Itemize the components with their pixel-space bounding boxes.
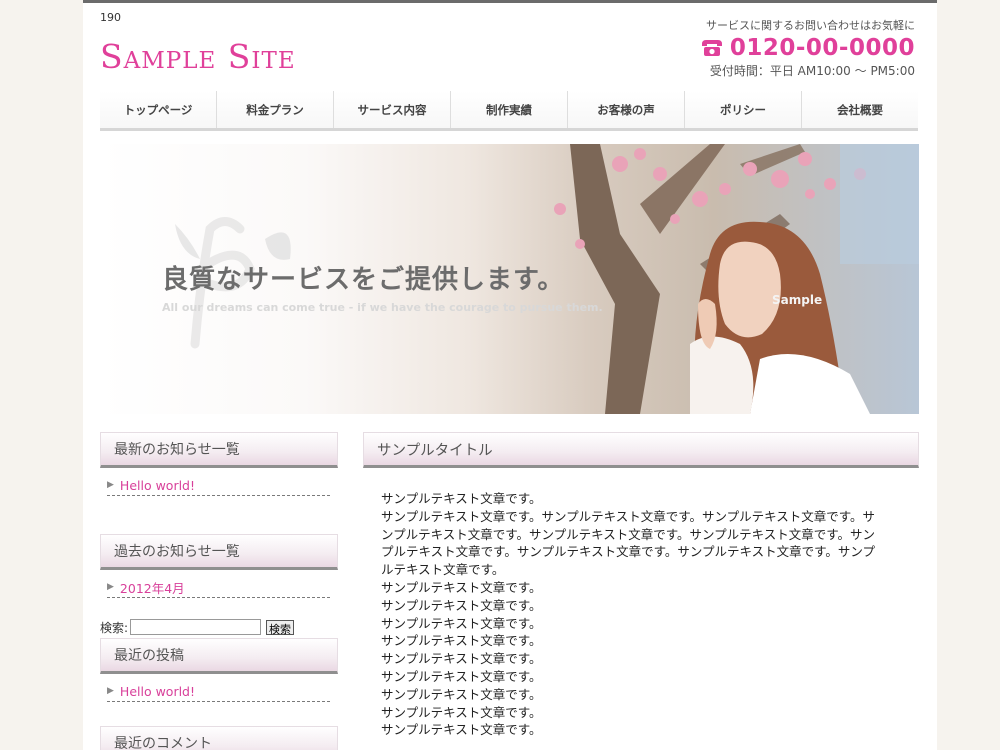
nav-item-top[interactable]: トップページ: [100, 91, 217, 128]
hero-title: 良質なサービスをご提供します。: [162, 265, 565, 295]
recent-posts-title: 最近の投稿: [100, 638, 338, 674]
search-input[interactable]: [130, 619, 262, 635]
nav-item-pricing[interactable]: 料金プラン: [217, 91, 334, 128]
phone-row: 0120-00-0000: [700, 35, 915, 61]
triangle-bullet-icon: ▶: [107, 686, 114, 696]
nav-item-works[interactable]: 制作実績: [451, 91, 568, 128]
body-line: サンプルテキスト文章です。: [381, 579, 542, 595]
hero-subtitle: All our dreams can come true - if we hav…: [162, 301, 603, 314]
archive-link[interactable]: 2012年4月: [120, 578, 185, 597]
nav-item-services[interactable]: サービス内容: [334, 91, 451, 128]
hero-banner: 良質なサービスをご提供します。 All our dreams can come …: [100, 144, 919, 414]
post-title: サンプルタイトル: [363, 432, 919, 468]
body-line: プルテキスト文章です。サンプルテキスト文章です。サンプルテキスト文章です。サンプ: [381, 544, 876, 560]
list-item[interactable]: ▶ Hello world!: [107, 477, 330, 496]
nav-item-policy[interactable]: ポリシー: [685, 91, 802, 128]
sidebar: 最新のお知らせ一覧 ▶ Hello world! 過去のお知らせ一覧 ▶ 201…: [100, 432, 338, 750]
body-line: ルテキスト文章です。: [381, 562, 505, 578]
triangle-bullet-icon: ▶: [107, 480, 114, 490]
triangle-bullet-icon: ▶: [107, 582, 114, 592]
contact-note: サービスに関するお問い合わせはお気軽に: [706, 19, 915, 32]
site-logo[interactable]: Sample Site: [100, 37, 296, 76]
nav-item-company[interactable]: 会社概要: [802, 91, 918, 128]
body-line: サンプルテキスト文章です。: [381, 651, 542, 667]
latest-news-title: 最新のお知らせ一覧: [100, 432, 338, 468]
recent-post-link[interactable]: Hello world!: [120, 684, 195, 699]
body-line: サンプルテキスト文章です。: [381, 704, 542, 720]
search-label: 検索:: [100, 620, 129, 635]
search-button[interactable]: 検索: [266, 619, 295, 636]
phone-icon: [701, 40, 722, 56]
body-line: ンプルテキスト文章です。サンプルテキスト文章です。サンプルテキスト文章です。サン: [381, 526, 876, 542]
archive-list: ▶ 2012年4月: [100, 570, 338, 616]
body-line: サンプルテキスト文章です。: [381, 633, 542, 649]
latest-news-list: ▶ Hello world!: [100, 468, 338, 534]
page: 190 Sample Site サービスに関するお問い合わせはお気軽に 0120…: [83, 0, 937, 750]
top-number: 190: [100, 11, 121, 24]
body-line: サンプルテキスト文章です。: [381, 491, 542, 506]
latest-news-link[interactable]: Hello world!: [120, 478, 195, 493]
recent-comments-title: 最近のコメント: [100, 726, 338, 750]
phone-number[interactable]: 0120-00-0000: [730, 35, 915, 61]
body-line: サンプルテキスト文章です。: [381, 668, 542, 684]
list-item[interactable]: ▶ 2012年4月: [107, 579, 330, 598]
list-item[interactable]: ▶ Hello world!: [107, 683, 330, 702]
body-line: サンプルテキスト文章です。: [381, 722, 542, 738]
post-body: サンプルテキスト文章です。 サンプルテキスト文章です。サンプルテキスト文章です。…: [363, 468, 919, 739]
body-line: サンプルテキスト文章です。: [381, 686, 542, 702]
recent-posts-list: ▶ Hello world!: [100, 674, 338, 726]
body-line: サンプルテキスト文章です。: [381, 615, 542, 631]
archive-title: 過去のお知らせ一覧: [100, 534, 338, 570]
body-line: サンプルテキスト文章です。: [381, 597, 542, 613]
body-line: サンプルテキスト文章です。サンプルテキスト文章です。サンプルテキスト文章です。サ: [381, 508, 876, 524]
hero-sample-label: Sample: [772, 293, 823, 307]
search-form: 検索: 検索: [100, 616, 338, 638]
contact-block: サービスに関するお問い合わせはお気軽に 0120-00-0000 受付時間：平日…: [700, 17, 915, 79]
nav-item-voices[interactable]: お客様の声: [568, 91, 685, 128]
business-hours: 受付時間：平日 AM10:00 〜 PM5:00: [709, 64, 915, 78]
global-nav: トップページ 料金プラン サービス内容 制作実績 お客様の声 ポリシー 会社概要: [100, 91, 918, 131]
main-content: サンプルタイトル サンプルテキスト文章です。 サンプルテキスト文章です。サンプル…: [363, 432, 919, 739]
